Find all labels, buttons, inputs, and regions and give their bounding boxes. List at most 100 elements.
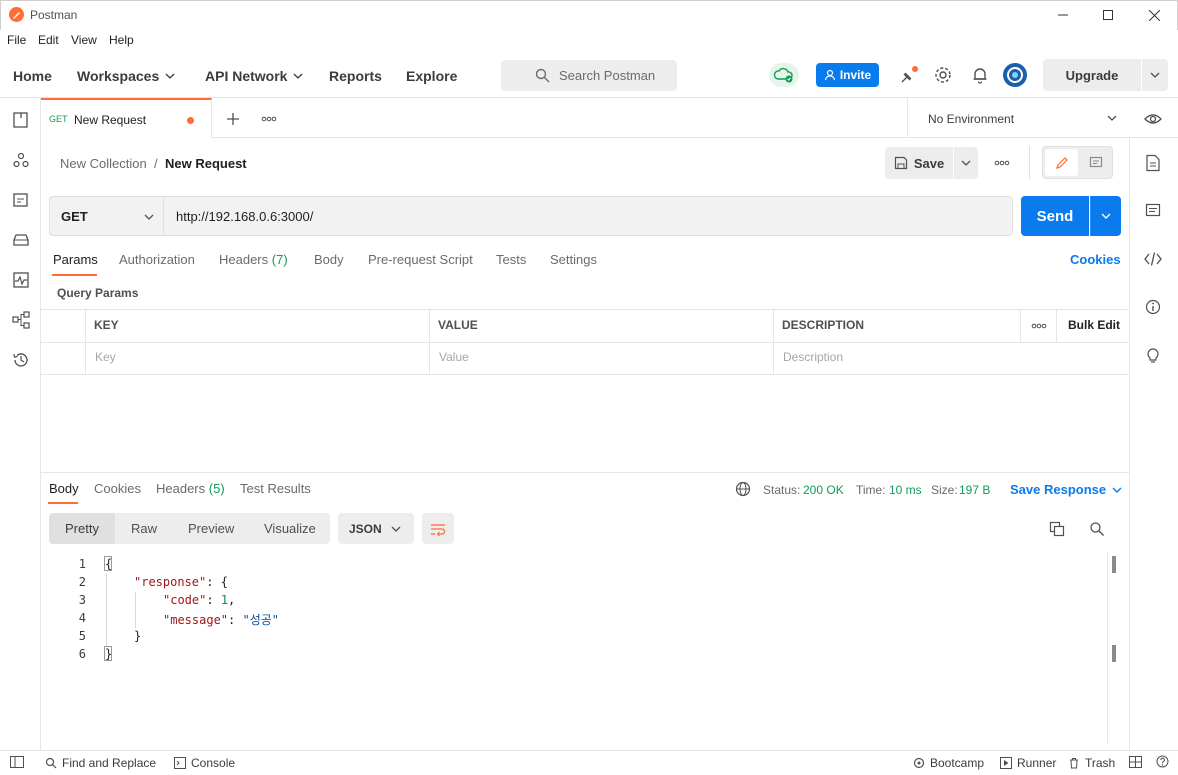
- trash-icon: [1068, 757, 1080, 769]
- tab-headers[interactable]: Headers (7): [219, 252, 288, 267]
- pane-divider[interactable]: [41, 472, 1129, 473]
- comments-mode-button[interactable]: [1079, 149, 1112, 176]
- bootcamp-button[interactable]: Bootcamp: [913, 756, 984, 770]
- help-icon[interactable]: [1156, 755, 1169, 768]
- menu-view[interactable]: View: [71, 33, 97, 47]
- nav-workspaces[interactable]: Workspaces: [77, 68, 175, 84]
- menu-edit[interactable]: Edit: [38, 33, 59, 47]
- close-button[interactable]: [1131, 0, 1177, 30]
- search-input[interactable]: Search Postman: [501, 60, 677, 91]
- breadcrumb-request[interactable]: New Request: [165, 156, 247, 171]
- nav-api-network[interactable]: API Network: [205, 68, 303, 84]
- nav-reports[interactable]: Reports: [329, 68, 382, 84]
- code-line-3[interactable]: "code": 1,: [163, 593, 235, 607]
- code-snippet-icon[interactable]: [1144, 251, 1162, 267]
- avatar[interactable]: [1003, 63, 1027, 87]
- response-tab-body[interactable]: Body: [49, 481, 79, 496]
- console-button[interactable]: Console: [174, 756, 235, 770]
- upgrade-button[interactable]: Upgrade: [1043, 59, 1141, 91]
- response-tab-test-results[interactable]: Test Results: [240, 481, 311, 496]
- sidebar-history-icon[interactable]: [12, 351, 30, 369]
- view-visualize-button[interactable]: Visualize: [264, 521, 316, 536]
- sidebar-collections-icon[interactable]: [12, 111, 30, 129]
- request-tab[interactable]: GET New Request: [41, 98, 212, 139]
- code-line-4[interactable]: "message": "성공": [163, 611, 279, 628]
- documentation-icon[interactable]: [1145, 154, 1161, 172]
- tab-body[interactable]: Body: [314, 252, 344, 267]
- send-button[interactable]: Send: [1021, 196, 1089, 236]
- breadcrumb-collection[interactable]: New Collection: [60, 156, 147, 171]
- wrap-lines-button[interactable]: [422, 513, 454, 544]
- sync-status-icon[interactable]: [769, 63, 799, 87]
- code-line-6[interactable]: }: [105, 647, 112, 661]
- gear-icon[interactable]: [933, 65, 953, 85]
- url-input[interactable]: http://192.168.0.6:3000/: [164, 196, 1013, 236]
- toggle-sidebar-icon[interactable]: [10, 756, 24, 768]
- tab-settings[interactable]: Settings: [550, 252, 597, 267]
- format-select[interactable]: JSON: [338, 513, 414, 544]
- send-menu-button[interactable]: [1090, 196, 1121, 236]
- time-value[interactable]: 10 ms: [889, 483, 922, 497]
- view-pretty-button[interactable]: Pretty: [49, 513, 115, 544]
- info-icon[interactable]: [1145, 299, 1161, 315]
- nav-explore[interactable]: Explore: [406, 68, 457, 84]
- param-description-input[interactable]: Description: [783, 350, 843, 364]
- bulk-edit-button[interactable]: Bulk Edit: [1068, 318, 1120, 332]
- code-line-2[interactable]: "response": {: [134, 575, 228, 589]
- satellite-icon[interactable]: [899, 65, 919, 85]
- runner-button[interactable]: Runner: [1000, 756, 1056, 770]
- sidebar-monitors-icon[interactable]: [12, 271, 30, 289]
- sidebar-flows-icon[interactable]: [12, 311, 30, 329]
- new-tab-button[interactable]: [225, 111, 241, 127]
- globe-icon[interactable]: [735, 481, 751, 497]
- save-response-button[interactable]: Save Response: [1010, 482, 1122, 497]
- more-actions-icon[interactable]: [994, 157, 1010, 169]
- comments-icon[interactable]: [1145, 203, 1161, 219]
- search-icon[interactable]: [1089, 521, 1105, 537]
- invite-button[interactable]: Invite: [816, 63, 879, 87]
- code-line-1[interactable]: {: [105, 557, 112, 571]
- param-key-input[interactable]: Key: [95, 350, 116, 364]
- sidebar-mock-servers-icon[interactable]: [12, 231, 30, 249]
- save-menu-button[interactable]: [954, 147, 978, 179]
- column-divider: [429, 309, 430, 375]
- trash-button[interactable]: Trash: [1068, 756, 1115, 770]
- tab-pre-request-script[interactable]: Pre-request Script: [368, 252, 473, 267]
- column-divider: [773, 309, 774, 375]
- upgrade-menu-button[interactable]: [1142, 59, 1168, 91]
- size-value[interactable]: 197 B: [959, 483, 990, 497]
- status-value[interactable]: 200 OK: [803, 483, 844, 497]
- view-raw-button[interactable]: Raw: [131, 521, 157, 536]
- bell-icon[interactable]: [970, 65, 990, 85]
- environment-select[interactable]: No Environment: [907, 98, 1129, 138]
- cookies-link[interactable]: Cookies: [1070, 252, 1121, 267]
- response-tab-cookies[interactable]: Cookies: [94, 481, 141, 496]
- eye-icon[interactable]: [1143, 111, 1163, 127]
- response-tab-headers[interactable]: Headers (5): [156, 481, 225, 496]
- tab-params[interactable]: Params: [53, 252, 98, 267]
- tab-tests[interactable]: Tests: [496, 252, 526, 267]
- more-tabs-icon[interactable]: [261, 113, 277, 125]
- method-select[interactable]: GET: [49, 196, 164, 236]
- code-scrollbar[interactable]: [1107, 553, 1119, 743]
- unsaved-dot-icon[interactable]: [187, 117, 194, 124]
- size-label: Size:: [931, 483, 958, 497]
- code-line-5[interactable]: }: [134, 629, 141, 643]
- edit-mode-button[interactable]: [1045, 149, 1078, 176]
- minimize-button[interactable]: [1040, 0, 1086, 30]
- find-replace-button[interactable]: Find and Replace: [45, 756, 156, 770]
- view-preview-button[interactable]: Preview: [188, 521, 234, 536]
- param-value-input[interactable]: Value: [439, 350, 469, 364]
- sidebar-environments-icon[interactable]: [12, 191, 30, 209]
- menu-file[interactable]: File: [7, 33, 26, 47]
- copy-icon[interactable]: [1049, 521, 1065, 537]
- tab-authorization[interactable]: Authorization: [119, 252, 195, 267]
- nav-home[interactable]: Home: [13, 68, 52, 84]
- more-columns-icon[interactable]: [1031, 320, 1047, 332]
- save-button[interactable]: Save: [885, 147, 953, 179]
- two-pane-view-icon[interactable]: [1129, 756, 1142, 768]
- sidebar-apis-icon[interactable]: [12, 151, 30, 169]
- lightbulb-icon[interactable]: [1145, 346, 1161, 364]
- maximize-button[interactable]: [1085, 0, 1131, 30]
- menu-help[interactable]: Help: [109, 33, 134, 47]
